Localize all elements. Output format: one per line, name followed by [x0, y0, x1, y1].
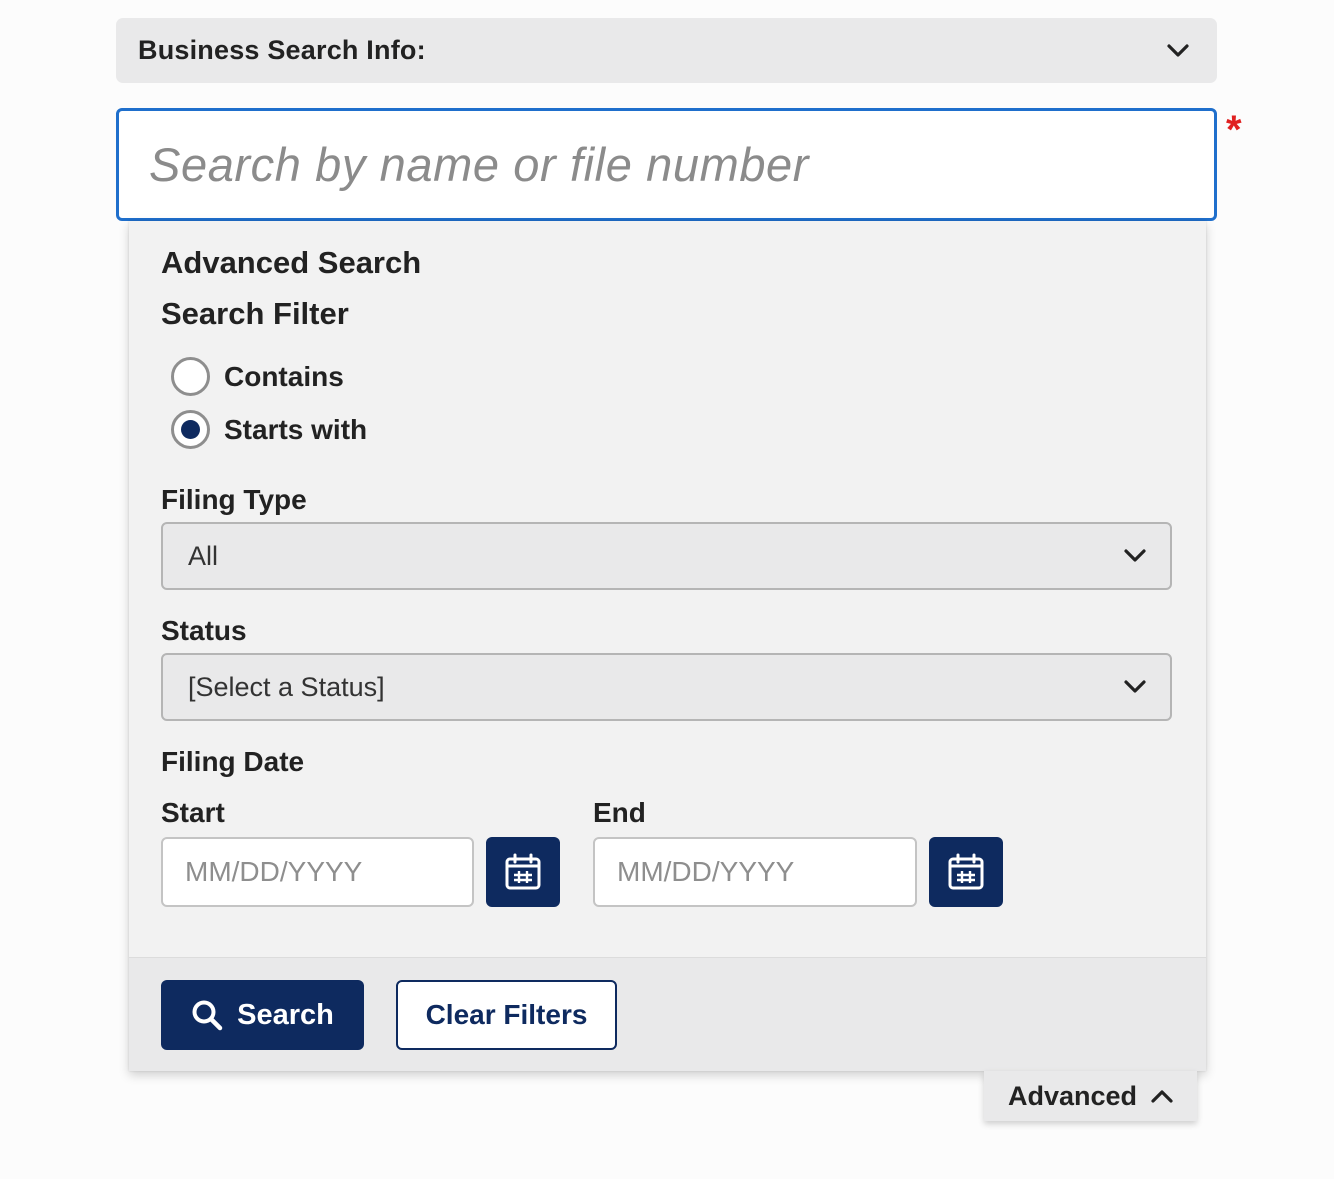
required-indicator: *	[1226, 108, 1242, 152]
start-date-calendar-button[interactable]	[486, 837, 560, 907]
chevron-down-icon[interactable]	[1165, 38, 1191, 64]
radio-contains[interactable]: Contains	[171, 357, 344, 396]
radio-starts-with[interactable]: Starts with	[171, 410, 367, 449]
search-icon	[192, 1000, 223, 1031]
advanced-search-title: Advanced Search	[161, 245, 422, 280]
clear-filters-label: Clear Filters	[425, 999, 588, 1030]
business-search-input[interactable]	[116, 108, 1217, 221]
search-button-label: Search	[237, 998, 334, 1031]
calendar-icon	[505, 853, 541, 890]
status-select[interactable]: [Select a Status]	[161, 653, 1172, 721]
filing-date-label: Filing Date	[161, 746, 305, 777]
chevron-down-icon	[1124, 549, 1146, 562]
advanced-search-panel: Advanced Search Search Filter Contains S…	[129, 221, 1206, 1071]
clear-filters-button[interactable]: Clear Filters	[396, 980, 617, 1050]
advanced-search-footer: Search Clear Filters	[129, 957, 1206, 1071]
radio-label-contains: Contains	[224, 360, 344, 392]
chevron-down-icon	[1124, 680, 1146, 693]
end-date-label: End	[593, 797, 646, 828]
status-value: [Select a Status]	[188, 671, 385, 702]
advanced-toggle-button[interactable]: Advanced	[984, 1071, 1197, 1121]
filing-type-value: All	[188, 540, 219, 571]
radio-selected-dot	[181, 420, 200, 439]
filing-type-label: Filing Type	[161, 484, 307, 515]
end-date-input[interactable]	[593, 837, 917, 907]
calendar-icon	[948, 853, 984, 890]
end-date-calendar-button[interactable]	[929, 837, 1003, 907]
status-label: Status	[161, 615, 247, 646]
advanced-toggle-label: Advanced	[1007, 1080, 1138, 1111]
radio-button-checked[interactable]	[171, 410, 210, 449]
search-filter-title: Search Filter	[161, 296, 349, 331]
radio-label-starts-with: Starts with	[224, 413, 368, 445]
filing-type-select[interactable]: All	[161, 522, 1172, 590]
search-button[interactable]: Search	[161, 980, 364, 1050]
start-date-input[interactable]	[161, 837, 474, 907]
business-search-info-title: Business Search Info:	[138, 35, 426, 65]
business-search-info-header[interactable]: Business Search Info:	[116, 18, 1217, 83]
start-date-label: Start	[161, 797, 225, 828]
radio-button-unchecked[interactable]	[171, 357, 210, 396]
chevron-up-icon	[1151, 1090, 1173, 1103]
